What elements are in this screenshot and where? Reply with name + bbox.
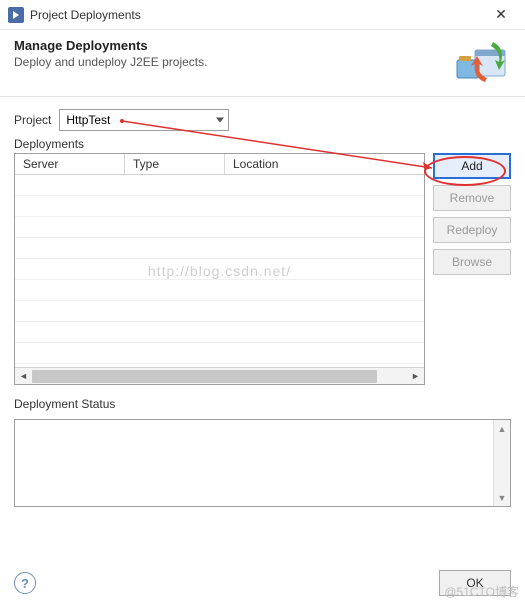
remove-button: Remove	[433, 185, 511, 211]
deploy-icon	[455, 38, 511, 86]
browse-button: Browse	[433, 249, 511, 275]
project-label: Project	[14, 113, 51, 127]
table-body: http://blog.csdn.net/	[15, 175, 424, 367]
project-select[interactable]: HttpTest	[59, 109, 229, 131]
dialog-footer: ? OK	[14, 570, 511, 596]
title-bar: Project Deployments ✕	[0, 0, 525, 30]
app-icon	[8, 7, 24, 23]
header-title: Manage Deployments	[14, 38, 455, 53]
scroll-thumb[interactable]	[32, 370, 377, 383]
scroll-down-icon[interactable]: ▼	[494, 489, 510, 506]
deployments-label: Deployments	[14, 137, 511, 151]
header-subtitle: Deploy and undeploy J2EE projects.	[14, 55, 455, 69]
scroll-right-icon[interactable]: ►	[407, 368, 424, 385]
horizontal-scrollbar[interactable]: ◄ ►	[15, 367, 424, 384]
col-server[interactable]: Server	[15, 154, 125, 174]
col-location[interactable]: Location	[225, 154, 424, 174]
col-type[interactable]: Type	[125, 154, 225, 174]
ok-button[interactable]: OK	[439, 570, 511, 596]
window-title: Project Deployments	[30, 8, 481, 22]
help-button[interactable]: ?	[14, 572, 36, 594]
close-button[interactable]: ✕	[481, 0, 521, 30]
table-header: Server Type Location	[15, 154, 424, 175]
scroll-up-icon[interactable]: ▲	[494, 420, 510, 437]
project-select-value: HttpTest	[66, 113, 110, 127]
chevron-down-icon	[216, 118, 224, 123]
add-button[interactable]: Add	[433, 153, 511, 179]
header-section: Manage Deployments Deploy and undeploy J…	[0, 30, 525, 97]
redeploy-button: Redeploy	[433, 217, 511, 243]
vertical-scrollbar[interactable]: ▲ ▼	[493, 420, 510, 506]
status-box: ▲ ▼	[14, 419, 511, 507]
deployments-table[interactable]: Server Type Location http://blog.csdn.ne…	[14, 153, 425, 385]
status-label: Deployment Status	[14, 397, 511, 411]
scroll-left-icon[interactable]: ◄	[15, 368, 32, 385]
